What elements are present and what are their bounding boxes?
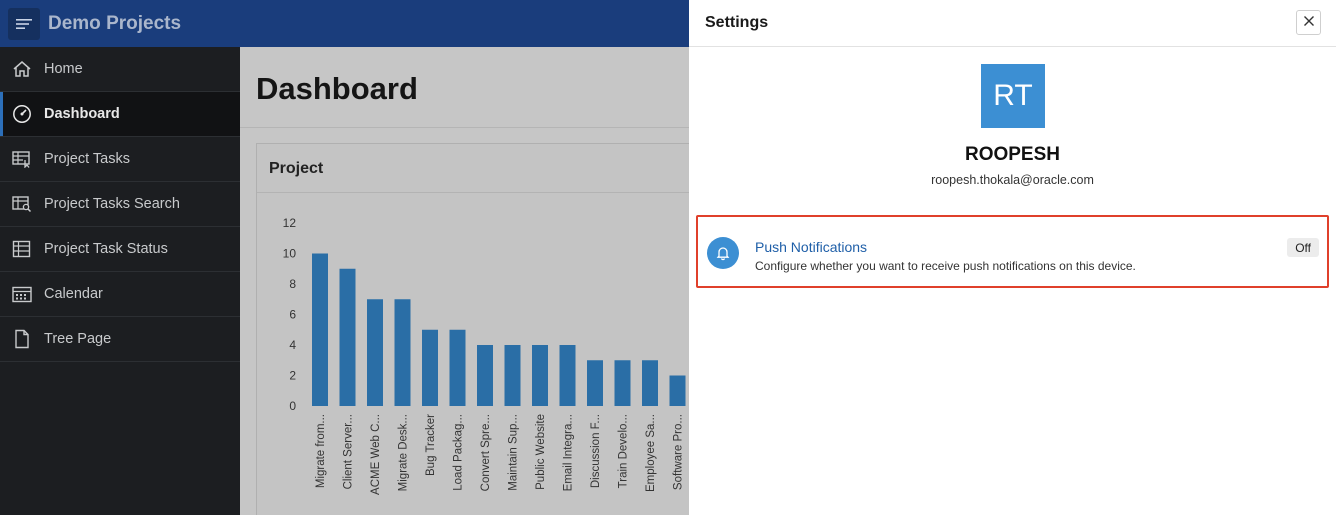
- x-tick-label: Migrate Desk...: [398, 414, 410, 491]
- y-tick-label: 2: [289, 369, 296, 383]
- hamburger-menu-icon[interactable]: [8, 7, 40, 40]
- y-tick-label: 6: [289, 308, 296, 322]
- x-tick-label: Employee Sa...: [645, 414, 657, 492]
- sidebar-item-label: Project Tasks Search: [44, 196, 180, 212]
- sidebar-item-calendar[interactable]: Calendar: [0, 272, 240, 317]
- sidebar-item-label: Calendar: [44, 286, 103, 302]
- y-tick-label: 12: [283, 216, 297, 230]
- table-search-icon: [11, 193, 33, 215]
- x-tick-label: Convert Spre...: [480, 414, 492, 491]
- sidebar-item-label: Dashboard: [44, 106, 120, 122]
- sidebar-item-label: Home: [44, 61, 83, 77]
- divider: [240, 127, 689, 128]
- x-tick-label: Public Website: [535, 414, 547, 490]
- chart-bar[interactable]: [477, 345, 493, 406]
- x-tick-label: Maintain Sup...: [508, 414, 520, 491]
- push-notifications-toggle[interactable]: Off: [1287, 238, 1319, 257]
- project-bar-chart: 0 2 4 6 8 10 12 Migrate from... Client Server...…: [283, 216, 686, 495]
- table-cursor-icon: [11, 148, 33, 170]
- sidebar-item-dashboard[interactable]: Dashboard: [0, 92, 240, 137]
- chart-bar[interactable]: [532, 345, 548, 406]
- x-tick-label: Software Pro...: [673, 414, 685, 490]
- user-email: roopesh.thokala@oracle.com: [931, 173, 1094, 187]
- y-tick-label: 8: [289, 277, 296, 291]
- home-icon: [11, 58, 33, 80]
- chart-bar[interactable]: [339, 268, 356, 406]
- push-notifications-row[interactable]: Push Notifications Configure whether you…: [696, 215, 1329, 288]
- avatar: RT: [981, 64, 1045, 128]
- chart-bar[interactable]: [394, 299, 411, 406]
- sidebar: Home Dashboard Project Tasks Project Tas…: [0, 47, 240, 515]
- chart-bar[interactable]: [422, 329, 438, 406]
- y-tick-label: 4: [289, 338, 296, 352]
- x-tick-label: Client Server...: [343, 414, 355, 489]
- sidebar-item-label: Project Task Status: [44, 241, 168, 257]
- y-tick-label: 0: [289, 399, 296, 413]
- y-tick-label: 10: [283, 247, 297, 261]
- sidebar-item-project-tasks[interactable]: Project Tasks: [0, 137, 240, 182]
- x-tick-label: Discussion F...: [590, 414, 602, 488]
- sidebar-item-tree-page[interactable]: Tree Page: [0, 317, 240, 362]
- page-title: Dashboard: [256, 71, 418, 106]
- chart-bar[interactable]: [367, 299, 383, 406]
- close-icon: [1303, 15, 1315, 30]
- push-notifications-title[interactable]: Push Notifications: [755, 239, 867, 255]
- table-grid-icon: [11, 238, 33, 260]
- sidebar-item-label: Project Tasks: [44, 151, 130, 167]
- x-tick-label: Bug Tracker: [425, 414, 437, 476]
- x-tick-label: Email Integra...: [563, 414, 575, 491]
- user-name: ROOPESH: [964, 144, 1061, 165]
- settings-drawer: Settings RT ROOPESH roopesh.thokala@orac…: [689, 0, 1336, 515]
- close-button[interactable]: [1296, 10, 1321, 35]
- x-tick-label: Migrate from...: [315, 414, 327, 488]
- app-header: Demo Projects: [0, 0, 689, 47]
- drawer-header: Settings: [689, 0, 1336, 47]
- push-notifications-description: Configure whether you want to receive pu…: [755, 259, 1136, 273]
- chart-bar[interactable]: [614, 360, 631, 406]
- chart-bar[interactable]: [449, 329, 466, 406]
- chart-bar[interactable]: [559, 345, 576, 406]
- chart-bar[interactable]: [642, 360, 658, 406]
- sidebar-item-project-tasks-search[interactable]: Project Tasks Search: [0, 182, 240, 227]
- sidebar-item-home[interactable]: Home: [0, 47, 240, 92]
- chart-bar[interactable]: [312, 253, 328, 407]
- chart-bar[interactable]: [504, 345, 521, 406]
- chart-bar[interactable]: [587, 360, 603, 406]
- sidebar-item-project-task-status[interactable]: Project Task Status: [0, 227, 240, 272]
- sidebar-item-label: Tree Page: [44, 331, 112, 347]
- dashboard-gauge-icon: [11, 103, 33, 125]
- x-tick-label: ACME Web C...: [370, 414, 382, 495]
- project-chart-region: Project 0 2 4 6 8 10 12 Migrate from... Client S…: [256, 143, 706, 515]
- chart-bar[interactable]: [669, 375, 686, 407]
- main-content: Dashboard Project 0 2 4 6 8 10 12 Migrate from.…: [240, 47, 706, 515]
- app-title[interactable]: Demo Projects: [48, 13, 181, 35]
- bell-icon: [707, 237, 739, 269]
- calendar-icon: [11, 283, 33, 305]
- x-tick-label: Load Packag...: [453, 414, 465, 491]
- x-tick-label: Train Develo...: [618, 414, 630, 488]
- drawer-title: Settings: [705, 14, 769, 31]
- document-icon: [11, 328, 33, 350]
